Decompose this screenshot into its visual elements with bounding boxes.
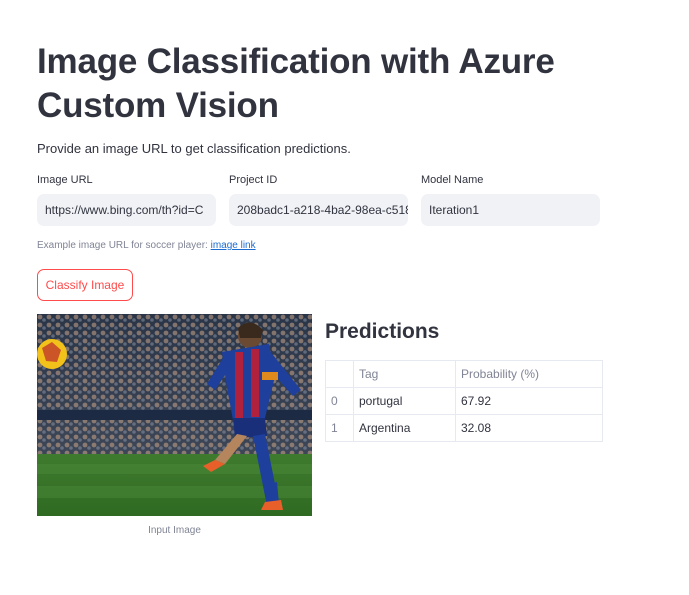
row-index: 0 [325, 387, 354, 415]
main-content: Image Classification with Azure Custom V… [37, 40, 600, 128]
header-tag: Tag [353, 360, 456, 388]
image-url-label: Image URL [37, 174, 93, 186]
row-index: 1 [325, 414, 354, 442]
header-index [325, 360, 354, 388]
row-tag: Argentina [353, 414, 456, 442]
image-caption: Input Image [148, 525, 201, 536]
table-row: 0 portugal 67.92 [325, 387, 603, 415]
row-probability: 32.08 [455, 414, 603, 442]
row-tag: portugal [353, 387, 456, 415]
project-id-label: Project ID [229, 174, 278, 186]
predictions-table: Tag Probability (%) 0 portugal 67.92 1 A… [325, 360, 603, 442]
model-name-input[interactable]: Iteration1 [421, 194, 600, 226]
image-url-field: Image URL https://www.bing.com/th?id=C [37, 174, 216, 226]
input-image [37, 314, 312, 516]
project-id-field: Project ID 208badc1-a218-4ba2-98ea-c518 [229, 174, 408, 226]
row-probability: 67.92 [455, 387, 603, 415]
project-id-input[interactable]: 208badc1-a218-4ba2-98ea-c518 [229, 194, 408, 226]
predictions-title: Predictions [325, 320, 440, 343]
page-title: Image Classification with Azure Custom V… [37, 42, 555, 125]
classify-image-button[interactable]: Classify Image [37, 269, 133, 301]
model-name-label: Model Name [421, 174, 484, 186]
table-row: 1 Argentina 32.08 [325, 414, 603, 442]
model-name-field: Model Name Iteration1 [421, 174, 600, 226]
image-url-input[interactable]: https://www.bing.com/th?id=C [37, 194, 216, 226]
page-description: Provide an image URL to get classificati… [37, 141, 351, 156]
soccer-player-photo [37, 314, 312, 516]
example-caption: Example image URL for soccer player: ima… [37, 240, 256, 251]
table-header-row: Tag Probability (%) [325, 360, 603, 388]
header-probability: Probability (%) [455, 360, 603, 388]
example-caption-text: Example image URL for soccer player: [37, 240, 211, 251]
example-image-link[interactable]: image link [211, 240, 256, 251]
